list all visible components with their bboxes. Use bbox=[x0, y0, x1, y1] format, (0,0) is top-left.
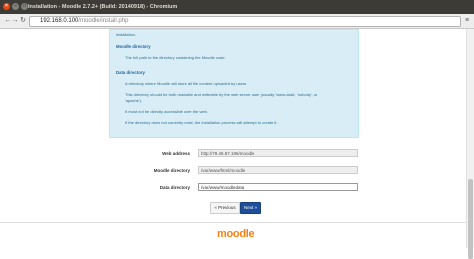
data-directory-field[interactable]: /var/www/moodledata bbox=[198, 183, 358, 191]
data-directory-line4: It must not be directly accessible over … bbox=[125, 109, 208, 114]
vertical-scrollbar[interactable] bbox=[466, 29, 474, 259]
data-directory-line2: This directory should be both readable a… bbox=[125, 92, 318, 97]
data-directory-line3: 'apache'). bbox=[125, 98, 143, 103]
data-directory-line1: A directory where Moodle will store all … bbox=[125, 81, 248, 86]
next-button[interactable]: Next » bbox=[240, 202, 261, 214]
data-directory-line5: If the directory does not currently exis… bbox=[125, 120, 278, 125]
close-window-button[interactable]: × bbox=[3, 3, 10, 10]
web-address-field[interactable]: http://78.46.87.196/moodle bbox=[198, 149, 358, 157]
data-directory-label: Data directory bbox=[159, 185, 190, 190]
info-trail-text: installation. bbox=[116, 32, 137, 37]
window-controls: × – □ bbox=[3, 3, 28, 10]
data-directory-heading: Data directory bbox=[116, 70, 145, 75]
browser-toolbar: ← → ↻ 192.168.0.100/moodle/install.php ≡ bbox=[0, 14, 474, 29]
moodle-directory-field[interactable]: /var/www/html/moodle bbox=[198, 166, 358, 174]
web-address-label: Web address bbox=[162, 151, 190, 156]
window-titlebar: × – □ Installation - Moodle 2.7.2+ (Buil… bbox=[0, 0, 474, 14]
moodle-directory-text: The full path to the directory containin… bbox=[125, 55, 226, 60]
scrollbar-thumb[interactable] bbox=[468, 179, 473, 259]
url-path: /moodle/install.php bbox=[78, 18, 129, 24]
forward-icon[interactable]: → bbox=[11, 17, 19, 25]
url-host: 192.168.0.100 bbox=[40, 18, 79, 24]
window-title: Installation - Moodle 2.7.2+ (Build: 201… bbox=[28, 4, 178, 10]
menu-icon[interactable]: ≡ bbox=[463, 17, 471, 25]
moodle-directory-label: Moodle directory bbox=[153, 168, 190, 173]
address-bar[interactable]: 192.168.0.100/moodle/install.php bbox=[29, 16, 461, 27]
footer-divider bbox=[0, 222, 467, 223]
moodle-logo: moodle bbox=[217, 228, 255, 240]
reload-icon[interactable]: ↻ bbox=[19, 17, 27, 25]
minimize-window-button[interactable]: – bbox=[12, 3, 19, 10]
maximize-window-button[interactable]: □ bbox=[21, 3, 28, 10]
info-box: installation. Moodle directory The full … bbox=[109, 29, 359, 138]
previous-button[interactable]: « Previous bbox=[210, 202, 240, 214]
moodle-directory-heading: Moodle directory bbox=[116, 44, 151, 49]
